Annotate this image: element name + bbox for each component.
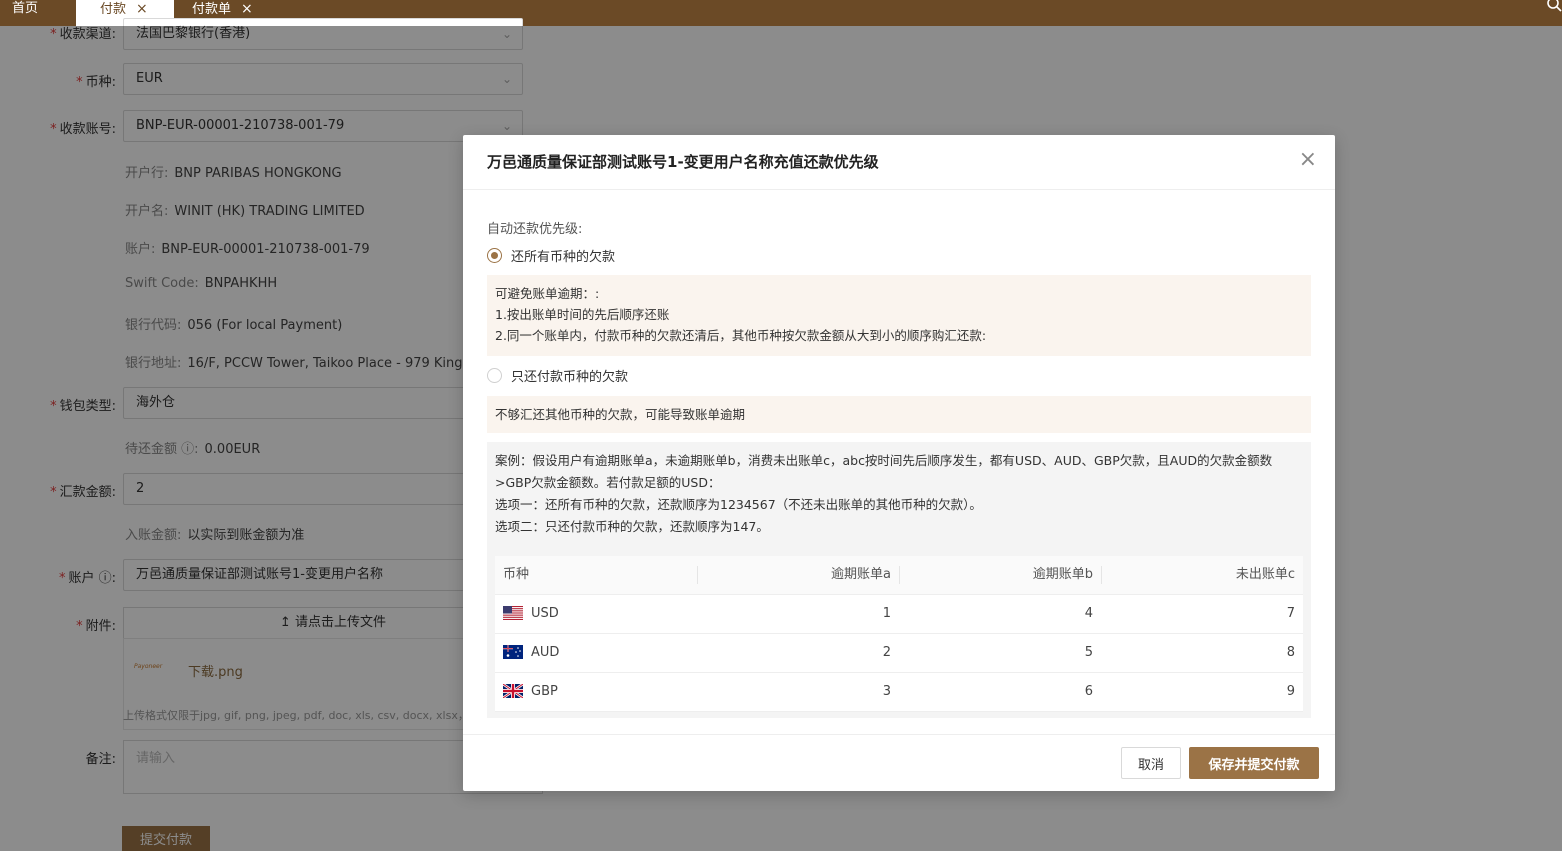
tab-payment-label: 付款 bbox=[100, 2, 127, 17]
unbilled-c-cell: 8 bbox=[1101, 633, 1303, 673]
repay-all-note: 可避免账单逾期：: 1.按出账单时间的先后顺序还账 2.同一个账单内，付款币种的… bbox=[487, 275, 1311, 356]
col-unbilled-c: 未出账单c bbox=[1101, 556, 1303, 595]
tab-payment-order-label: 付款单 bbox=[192, 2, 232, 17]
close-icon[interactable]: × bbox=[136, 1, 148, 17]
priority-label: 自动还款优先级: bbox=[487, 222, 583, 237]
au-flag-icon bbox=[503, 645, 523, 659]
modal-header: 万邑通质量保证部测试账号1-变更用户名称充值还款优先级 × bbox=[463, 135, 1335, 190]
us-flag-icon bbox=[503, 606, 523, 620]
case-example: 案例：假设用户有逾期账单a，未逾期账单b，消费未出账单c，abc按时间先后顺序发… bbox=[487, 442, 1311, 718]
radio-repay-all-label: 还所有币种的欠款 bbox=[511, 250, 616, 265]
gb-flag-icon bbox=[503, 684, 523, 698]
close-icon[interactable]: × bbox=[241, 1, 253, 17]
currency-cell: GBP bbox=[495, 672, 697, 712]
col-overdue-a: 逾期账单a bbox=[697, 556, 899, 595]
case-line: 选项二：只还付款币种的欠款，还款顺序为147。 bbox=[495, 519, 769, 534]
save-and-submit-button[interactable]: 保存并提交付款 bbox=[1189, 747, 1319, 779]
overdue-a-cell: 3 bbox=[697, 672, 899, 712]
table-header-row: 币种 逾期账单a 逾期账单b 未出账单c bbox=[495, 556, 1303, 595]
unbilled-c-cell: 7 bbox=[1101, 594, 1303, 634]
radio-repay-payment-currency-label: 只还付款币种的欠款 bbox=[511, 370, 629, 385]
radio-checked-icon bbox=[487, 248, 502, 263]
overdue-a-cell: 1 bbox=[697, 594, 899, 634]
search-icon[interactable] bbox=[1546, 0, 1562, 16]
radio-unchecked-icon bbox=[487, 368, 502, 383]
table-row: USD 1 4 7 bbox=[495, 594, 1303, 634]
currency-cell: AUD bbox=[495, 633, 697, 673]
repayment-order-table: 币种 逾期账单a 逾期账单b 未出账单c USD 1 4 7 AUD 2 5 8… bbox=[495, 556, 1303, 712]
overdue-b-cell: 6 bbox=[899, 672, 1101, 712]
table-row: AUD 2 5 8 bbox=[495, 633, 1303, 673]
repayment-priority-modal: 万邑通质量保证部测试账号1-变更用户名称充值还款优先级 × 自动还款优先级: 还… bbox=[463, 135, 1335, 791]
note-line: 可避免账单逾期：: bbox=[495, 286, 600, 301]
overdue-a-cell: 2 bbox=[697, 633, 899, 673]
radio-repay-payment-currency[interactable]: 只还付款币种的欠款 bbox=[487, 366, 628, 385]
note-line: 2.同一个账单内，付款币种的欠款还清后，其他币种按欠款金额从大到小的顺序购汇还款… bbox=[495, 328, 987, 343]
currency-cell: USD bbox=[495, 594, 697, 634]
unbilled-c-cell: 9 bbox=[1101, 672, 1303, 712]
overdue-b-cell: 4 bbox=[899, 594, 1101, 634]
modal-title: 万邑通质量保证部测试账号1-变更用户名称充值还款优先级 bbox=[487, 153, 879, 171]
tab-home-label: 首页 bbox=[12, 1, 39, 16]
col-currency: 币种 bbox=[495, 556, 697, 595]
table-row: GBP 3 6 9 bbox=[495, 672, 1303, 712]
overdue-b-cell: 5 bbox=[899, 633, 1101, 673]
modal-footer: 取消 保存并提交付款 bbox=[463, 734, 1335, 791]
radio-repay-all[interactable]: 还所有币种的欠款 bbox=[487, 246, 615, 265]
cancel-button[interactable]: 取消 bbox=[1121, 747, 1181, 779]
col-overdue-b: 逾期账单b bbox=[899, 556, 1101, 595]
close-icon[interactable]: × bbox=[1299, 147, 1317, 172]
note-line: 1.按出账单时间的先后顺序还账 bbox=[495, 307, 670, 322]
repay-payment-currency-note: 不够汇还其他币种的欠款，可能导致账单逾期 bbox=[487, 396, 1311, 433]
case-line: 案例：假设用户有逾期账单a，未逾期账单b，消费未出账单c，abc按时间先后顺序发… bbox=[495, 453, 1273, 490]
case-line: 选项一：还所有币种的欠款，还款顺序为1234567（不还未出账单的其他币种的欠款… bbox=[495, 497, 982, 512]
